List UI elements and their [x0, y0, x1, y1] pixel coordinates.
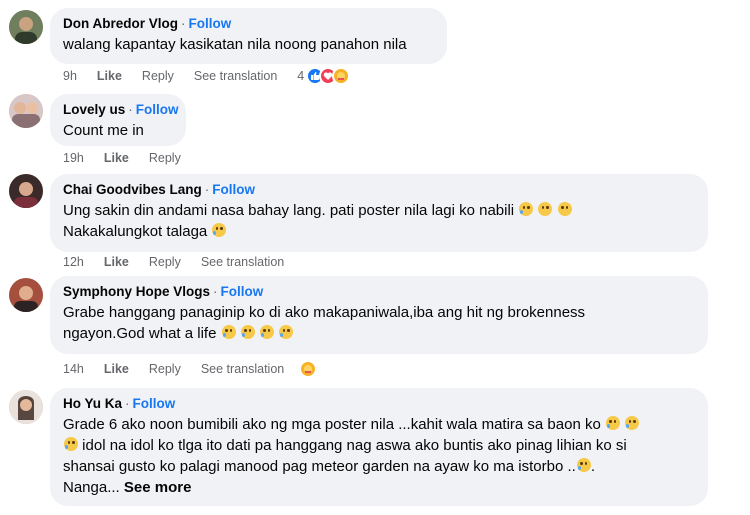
crying-emoji-icon: [259, 325, 274, 339]
commenter-name[interactable]: Ho Yu Ka: [63, 396, 122, 411]
sad-tear-emoji-icon: [605, 416, 620, 430]
crying-emoji-icon: [519, 202, 534, 216]
avatar[interactable]: [9, 278, 43, 312]
comment-bubble: Symphony Hope Vlogs · Follow Grabe hanggan…: [50, 276, 708, 354]
sad-emoji-icon: [538, 202, 553, 216]
reply-button[interactable]: Reply: [142, 69, 174, 83]
care-reaction-icon: [299, 360, 318, 378]
avatar[interactable]: [9, 94, 43, 128]
comment-bubble: Don Abredor Vlog · Follow walang kapantay …: [50, 8, 447, 64]
comment-actions: 12h Like Reply See translation: [63, 254, 304, 270]
commenter-name[interactable]: Chai Goodvibes Lang: [63, 182, 202, 197]
separator-dot: ·: [204, 182, 210, 197]
comment-actions: 9h Like Reply See translation 4: [63, 67, 351, 85]
timestamp[interactable]: 12h: [63, 255, 84, 269]
separator-dot: ·: [128, 102, 133, 117]
see-translation-link[interactable]: See translation: [201, 255, 284, 269]
comment-text: Ung sakin din andami nasa bahay lang. pa…: [63, 200, 696, 242]
reply-button[interactable]: Reply: [149, 151, 181, 165]
reaction-count: 4: [297, 69, 305, 83]
comment-text: Grabe hanggang panaginip ko di ako makap…: [63, 304, 586, 342]
reaction-summary[interactable]: 4: [297, 67, 351, 85]
follow-button[interactable]: Follow: [133, 396, 176, 411]
timestamp[interactable]: 19h: [63, 151, 84, 165]
crying-emoji-icon: [240, 325, 255, 339]
like-button[interactable]: Like: [104, 151, 129, 165]
like-button[interactable]: Like: [104, 255, 129, 269]
comment-text: Grade 6 ako noon bumibili ako ng mga pos…: [63, 414, 696, 498]
sad-tear-emoji-icon: [64, 437, 78, 451]
reply-button[interactable]: Reply: [149, 362, 181, 376]
commenter-name[interactable]: Symphony Hope Vlogs: [63, 284, 210, 299]
crying-emoji-icon: [212, 223, 227, 237]
timestamp[interactable]: 14h: [63, 362, 84, 376]
sad-tear-emoji-icon: [625, 416, 640, 430]
commenter-name[interactable]: Don Abredor Vlog: [63, 16, 178, 31]
comment-bubble: Ho Yu Ka · Follow Grade 6 ako noon bumibil…: [50, 388, 708, 506]
reply-button[interactable]: Reply: [149, 255, 181, 269]
sad-tear-emoji-icon: [576, 458, 591, 472]
follow-button[interactable]: Follow: [136, 102, 179, 117]
crying-emoji-icon: [279, 325, 294, 339]
like-button[interactable]: Like: [104, 362, 129, 376]
comment-bubble: Lovely us · Follow Count me in: [50, 94, 186, 146]
avatar[interactable]: [9, 174, 43, 208]
follow-button[interactable]: Follow: [189, 16, 232, 31]
comment-actions: 14h Like Reply See translation: [63, 360, 318, 378]
timestamp[interactable]: 9h: [63, 69, 77, 83]
sad-emoji-icon: [557, 202, 572, 216]
follow-button[interactable]: Follow: [212, 182, 255, 197]
like-button[interactable]: Like: [97, 69, 122, 83]
care-reaction-icon: [332, 67, 351, 85]
avatar[interactable]: [9, 10, 43, 44]
comment-actions: 19h Like Reply: [63, 150, 201, 166]
see-translation-link[interactable]: See translation: [201, 362, 284, 376]
comment-bubble: Chai Goodvibes Lang · Follow Ung sakin din…: [50, 174, 708, 252]
separator-dot: ·: [181, 16, 186, 31]
reaction-summary[interactable]: [299, 360, 318, 378]
see-translation-link[interactable]: See translation: [194, 69, 277, 83]
separator-dot: ·: [125, 396, 130, 411]
comment-text: walang kapantay kasikatan nila noong pan…: [63, 36, 407, 53]
follow-button[interactable]: Follow: [221, 284, 264, 299]
commenter-name[interactable]: Lovely us: [63, 102, 125, 117]
see-more-link[interactable]: See more: [124, 479, 192, 496]
comment-text: Count me in: [63, 122, 144, 139]
separator-dot: ·: [213, 284, 218, 299]
crying-emoji-icon: [221, 325, 236, 339]
avatar[interactable]: [9, 390, 43, 424]
